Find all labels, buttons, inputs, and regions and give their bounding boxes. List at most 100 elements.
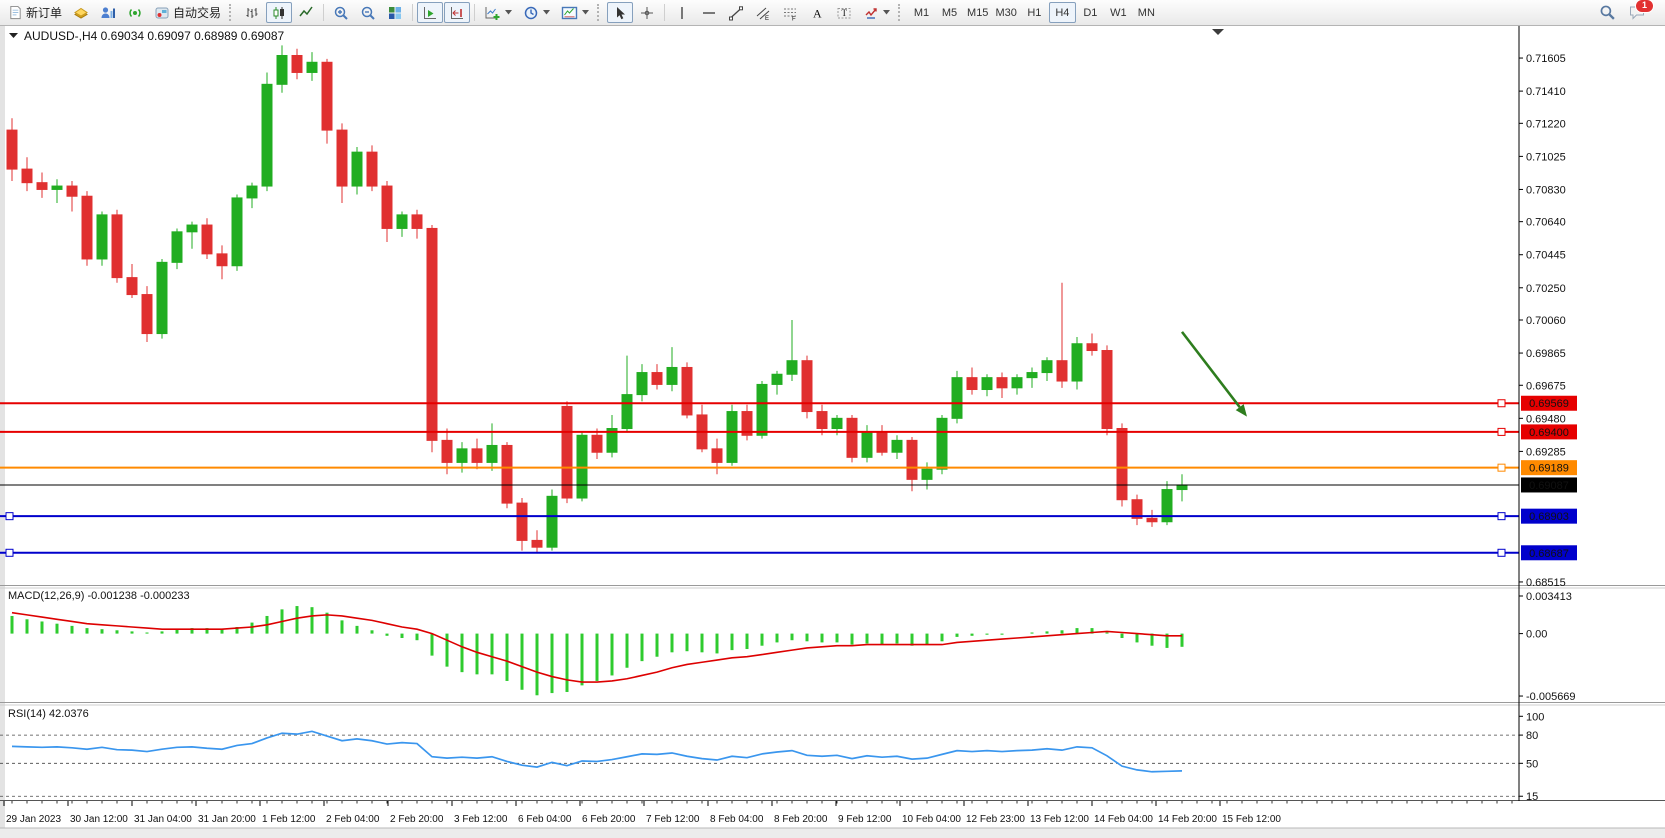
bar-chart-button[interactable] bbox=[239, 2, 265, 23]
line-handle[interactable] bbox=[1498, 464, 1505, 471]
line-handle[interactable] bbox=[1498, 513, 1505, 520]
svg-text:50: 50 bbox=[1526, 758, 1538, 770]
indicators-icon bbox=[484, 5, 501, 21]
zoom-in-icon bbox=[333, 5, 349, 21]
svg-text:29 Jan 2023: 29 Jan 2023 bbox=[6, 814, 61, 825]
notifications-button[interactable]: 1 bbox=[1628, 4, 1646, 21]
price-line-label-0.68687: 0.68687 bbox=[1521, 545, 1577, 560]
toolbar-separator bbox=[323, 4, 324, 21]
fibonacci-button[interactable]: F bbox=[777, 2, 803, 23]
tile-windows-button[interactable] bbox=[382, 2, 408, 23]
new-order-button[interactable]: 新订单 bbox=[3, 2, 67, 23]
line-handle[interactable] bbox=[6, 513, 13, 520]
trendline-icon bbox=[728, 5, 744, 21]
dropdown-caret-icon bbox=[505, 10, 512, 15]
timeframe-W1[interactable]: W1 bbox=[1105, 2, 1132, 23]
svg-text:0.69087: 0.69087 bbox=[1529, 480, 1569, 492]
channel-button[interactable]: E bbox=[750, 2, 776, 23]
svg-text:0.69569: 0.69569 bbox=[1529, 398, 1569, 410]
trendline-button[interactable] bbox=[723, 2, 749, 23]
svg-text:0.69285: 0.69285 bbox=[1526, 446, 1566, 458]
timeframe-H4[interactable]: H4 bbox=[1049, 2, 1076, 23]
svg-text:80: 80 bbox=[1526, 730, 1538, 742]
chart-title[interactable]: AUDUSD-,H4 0.69034 0.69097 0.68989 0.690… bbox=[9, 29, 285, 43]
new-order-label: 新订单 bbox=[26, 4, 62, 21]
macd-label: MACD(12,26,9) -0.001238 -0.000233 bbox=[8, 590, 190, 602]
chart-shift-icon bbox=[449, 5, 465, 21]
svg-text:14 Feb 04:00: 14 Feb 04:00 bbox=[1094, 814, 1153, 825]
text-label-button[interactable]: T bbox=[831, 2, 857, 23]
svg-text:2 Feb 20:00: 2 Feb 20:00 bbox=[390, 814, 444, 825]
arrows-button[interactable] bbox=[858, 2, 895, 23]
horizontal-line-button[interactable] bbox=[696, 2, 722, 23]
svg-text:1 Feb 12:00: 1 Feb 12:00 bbox=[262, 814, 316, 825]
line-chart-button[interactable] bbox=[293, 2, 319, 23]
svg-text:0.003413: 0.003413 bbox=[1526, 591, 1572, 603]
crosshair-icon bbox=[639, 5, 655, 21]
dropdown-caret-icon bbox=[543, 10, 550, 15]
svg-text:15 Feb 12:00: 15 Feb 12:00 bbox=[1222, 814, 1281, 825]
new-order-icon bbox=[8, 5, 23, 20]
toolbar-gripper[interactable] bbox=[229, 4, 234, 21]
templates-button[interactable] bbox=[556, 2, 594, 23]
svg-text:0.70060: 0.70060 bbox=[1526, 315, 1566, 327]
crosshair-button[interactable] bbox=[634, 2, 660, 23]
svg-text:E: E bbox=[765, 16, 769, 21]
signal-button[interactable] bbox=[122, 2, 148, 23]
svg-text:0.70250: 0.70250 bbox=[1526, 283, 1566, 295]
timeframe-H1[interactable]: H1 bbox=[1021, 2, 1048, 23]
svg-text:-0.005669: -0.005669 bbox=[1526, 691, 1576, 703]
zoom-in-button[interactable] bbox=[328, 2, 354, 23]
svg-text:30 Jan 12:00: 30 Jan 12:00 bbox=[70, 814, 128, 825]
svg-text:14 Feb 20:00: 14 Feb 20:00 bbox=[1158, 814, 1217, 825]
chart-shift-button[interactable] bbox=[444, 2, 470, 23]
text-label-icon: T bbox=[836, 5, 852, 21]
search-icon[interactable] bbox=[1599, 4, 1616, 21]
auto-trading-button[interactable]: 自动交易 bbox=[149, 2, 226, 23]
indicators-button[interactable] bbox=[479, 2, 517, 23]
toolbar-gripper[interactable] bbox=[597, 4, 602, 21]
chart-area[interactable]: 0.716050.714100.712200.710250.708300.706… bbox=[0, 26, 1665, 838]
svg-text:0.69675: 0.69675 bbox=[1526, 380, 1566, 392]
timeframe-D1[interactable]: D1 bbox=[1077, 2, 1104, 23]
price-line-label-0.69400: 0.69400 bbox=[1521, 424, 1577, 439]
svg-text:31 Jan 04:00: 31 Jan 04:00 bbox=[134, 814, 192, 825]
line-handle[interactable] bbox=[6, 549, 13, 556]
text-button[interactable]: A bbox=[804, 2, 830, 23]
timeframe-M5[interactable]: M5 bbox=[936, 2, 963, 23]
auto-scroll-icon bbox=[422, 5, 438, 21]
bar-chart-icon bbox=[244, 5, 260, 21]
timeframe-M1[interactable]: M1 bbox=[908, 2, 935, 23]
vertical-line-button[interactable] bbox=[669, 2, 695, 23]
candlestick-chart-button[interactable] bbox=[266, 2, 292, 23]
svg-text:0.70640: 0.70640 bbox=[1526, 217, 1566, 229]
toolbar-separator bbox=[664, 4, 665, 21]
timeframe-MN[interactable]: MN bbox=[1133, 2, 1160, 23]
svg-text:0.69865: 0.69865 bbox=[1526, 348, 1566, 360]
price-line-label-0.68903: 0.68903 bbox=[1521, 509, 1577, 524]
svg-text:15: 15 bbox=[1526, 791, 1538, 803]
timeframe-M30[interactable]: M30 bbox=[992, 2, 1019, 23]
line-handle[interactable] bbox=[1498, 400, 1505, 407]
rsi-label: RSI(14) 42.0376 bbox=[8, 708, 89, 720]
toolbar-gripper[interactable] bbox=[898, 4, 903, 21]
svg-text:0.71025: 0.71025 bbox=[1526, 151, 1566, 163]
svg-text:0.68515: 0.68515 bbox=[1526, 577, 1566, 589]
market-watch-icon bbox=[73, 5, 89, 21]
zoom-out-icon bbox=[360, 5, 376, 21]
auto-scroll-button[interactable] bbox=[417, 2, 443, 23]
timeframe-M15[interactable]: M15 bbox=[964, 2, 991, 23]
dropdown-caret-icon bbox=[582, 10, 589, 15]
market-watch-button[interactable] bbox=[68, 2, 94, 23]
price-line-label-0.69569: 0.69569 bbox=[1521, 396, 1577, 411]
profiles-button[interactable] bbox=[95, 2, 121, 23]
line-handle[interactable] bbox=[1498, 549, 1505, 556]
tile-windows-icon bbox=[387, 5, 403, 21]
line-handle[interactable] bbox=[1498, 428, 1505, 435]
cursor-button[interactable] bbox=[607, 2, 633, 23]
svg-text:13 Feb 12:00: 13 Feb 12:00 bbox=[1030, 814, 1089, 825]
periods-button[interactable] bbox=[518, 2, 555, 23]
svg-text:0.69189: 0.69189 bbox=[1529, 463, 1569, 475]
line-chart-icon bbox=[298, 5, 314, 21]
zoom-out-button[interactable] bbox=[355, 2, 381, 23]
